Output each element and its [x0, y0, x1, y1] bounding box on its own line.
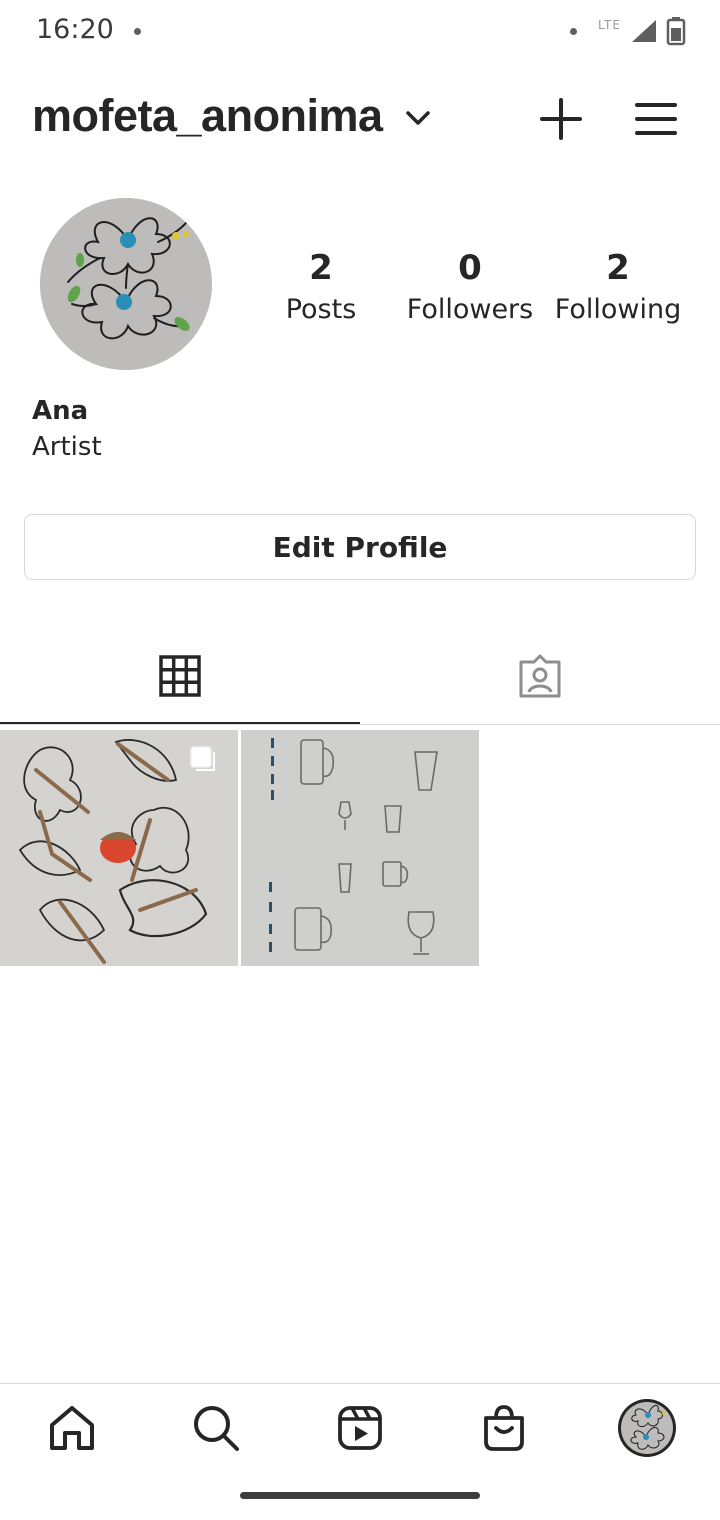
leaves-and-acorn-drawing-image [0, 730, 238, 966]
new-post-button[interactable] [536, 94, 586, 144]
bottom-nav-divider [0, 1383, 720, 1384]
profile-name: Ana [32, 396, 89, 426]
shop-icon [484, 1405, 524, 1451]
tab-divider [0, 724, 720, 725]
battery-icon [666, 17, 686, 46]
nav-search[interactable] [184, 1398, 248, 1458]
notification-dot-icon [134, 28, 141, 35]
stat-following[interactable]: 2 Following [548, 248, 688, 325]
stat-following-value: 2 [606, 248, 630, 288]
menu-button[interactable] [630, 94, 682, 144]
tab-posts-grid[interactable] [0, 628, 360, 724]
signal-icon [632, 20, 656, 42]
stat-posts-label: Posts [285, 294, 357, 325]
post-thumbnail[interactable] [0, 730, 238, 966]
search-icon [194, 1406, 239, 1451]
home-icon [50, 1406, 94, 1450]
stat-followers-label: Followers [406, 294, 534, 325]
stat-followers-value: 0 [458, 248, 482, 288]
home-indicator[interactable] [240, 1492, 480, 1499]
stat-posts[interactable]: 2 Posts [251, 248, 391, 325]
status-time: 16:20 [36, 14, 114, 45]
notification-dot-icon [570, 28, 577, 35]
stat-followers[interactable]: 0 Followers [400, 248, 540, 325]
nav-profile[interactable] [614, 1395, 680, 1461]
edit-profile-button[interactable]: Edit Profile [24, 514, 696, 580]
post-thumbnail[interactable] [241, 730, 479, 966]
profile-avatar [618, 1399, 676, 1457]
network-type: LTE [598, 18, 621, 32]
stat-posts-value: 2 [309, 248, 333, 288]
username[interactable]: mofeta_anonima [32, 90, 383, 142]
chevron-down-icon[interactable] [404, 108, 432, 128]
flower-drawing-image [40, 198, 212, 370]
reels-icon [338, 1406, 382, 1450]
nav-reels[interactable] [328, 1398, 392, 1458]
nav-home[interactable] [40, 1398, 104, 1458]
plus-icon [540, 98, 582, 140]
tab-tagged[interactable] [360, 628, 720, 724]
nav-shop[interactable] [472, 1398, 536, 1458]
tagged-icon [519, 654, 561, 698]
stat-following-label: Following [554, 294, 682, 325]
glasses-sketch-drawing-image [241, 730, 479, 966]
grid-icon [159, 655, 201, 697]
multiple-photos-icon [190, 746, 212, 768]
profile-avatar[interactable] [40, 198, 212, 370]
profile-bio: Artist [32, 432, 102, 462]
menu-icon [635, 103, 677, 135]
